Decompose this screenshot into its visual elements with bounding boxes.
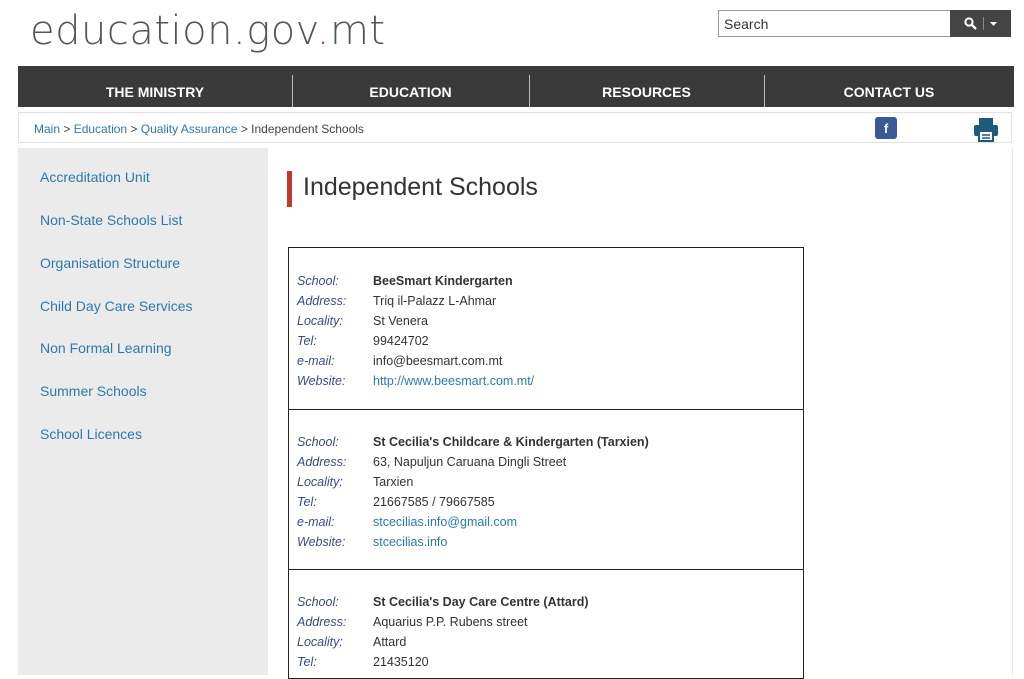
search-icon <box>964 17 977 30</box>
breadcrumb-current: Independent Schools <box>251 122 364 136</box>
school-address: Triq il-Palazz L-Ahmar <box>373 294 497 308</box>
school-address: 63, Napuljun Caruana Dingli Street <box>373 455 567 469</box>
school-label: School: <box>297 595 339 609</box>
school-website-link[interactable]: http://www.beesmart.com.mt/ <box>373 374 534 388</box>
search-button[interactable] <box>950 10 1011 37</box>
title-accent-bar <box>287 171 292 207</box>
breadcrumb-education[interactable]: Education <box>74 122 127 136</box>
school-name: St Cecilia's Day Care Centre (Attard) <box>373 595 589 609</box>
email-row: e-mail: stcecilias.info@gmail.com <box>297 515 517 529</box>
school-address: Aquarius P.P. Rubens street <box>373 615 528 629</box>
address-row: Address: Aquarius P.P. Rubens street <box>297 615 528 629</box>
website-row: Website: stcecilias.info <box>297 535 447 549</box>
breadcrumb-bar: Main > Education > Quality Assurance > I… <box>18 112 1012 143</box>
sidebar-item-accreditation-unit[interactable]: Accreditation Unit <box>40 169 150 185</box>
school-row: School: BeeSmart Kindergarten <box>297 274 513 288</box>
locality-label: Locality: <box>297 475 343 489</box>
school-row: School: St Cecilia's Day Care Centre (Att… <box>297 595 589 609</box>
school-locality: Tarxien <box>373 475 414 489</box>
site-logo[interactable]: education.gov.mt <box>30 8 386 54</box>
email-label: e-mail: <box>297 354 335 368</box>
locality-label: Locality: <box>297 314 343 328</box>
chevron-down-icon[interactable] <box>990 21 997 26</box>
sidebar-item-child-day-care-services[interactable]: Child Day Care Services <box>40 298 193 314</box>
search-box <box>718 10 1011 37</box>
sidebar-item-school-licences[interactable]: School Licences <box>40 426 142 442</box>
locality-row: Locality: Tarxien <box>297 475 413 489</box>
address-label: Address: <box>297 615 347 629</box>
email-row: e-mail: info@beesmart.com.mt <box>297 354 502 368</box>
school-email: info@beesmart.com.mt <box>373 354 503 368</box>
school-row: School: St Cecilia's Childcare & Kinderga… <box>297 435 649 449</box>
school-tel: 21435120 <box>373 655 429 669</box>
logo-dot: . <box>316 8 330 54</box>
tel-row: Tel: 21435120 <box>297 655 429 669</box>
school-tel: 99424702 <box>373 334 429 348</box>
sidebar-item-non-formal-learning[interactable]: Non Formal Learning <box>40 340 172 356</box>
tel-label: Tel: <box>297 334 317 348</box>
facebook-icon[interactable]: f <box>875 117 897 139</box>
main-nav: THE MINISTRY EDUCATION RESOURCES CONTACT… <box>18 66 1014 107</box>
school-locality: St Venera <box>373 314 428 328</box>
nav-resources[interactable]: RESOURCES <box>529 66 764 107</box>
sidebar-item-organisation-structure[interactable]: Organisation Structure <box>40 255 180 271</box>
school-label: School: <box>297 435 339 449</box>
school-card: School: BeeSmart Kindergarten Address: Tri… <box>288 247 804 411</box>
breadcrumb-sep: > <box>127 122 141 136</box>
sidebar-item-summer-schools[interactable]: Summer Schools <box>40 383 147 399</box>
tel-label: Tel: <box>297 655 317 669</box>
search-input[interactable] <box>718 10 957 37</box>
school-card: School: St Cecilia's Day Care Centre (Att… <box>288 569 804 679</box>
search-button-divider <box>983 17 984 30</box>
website-row: Website: http://www.beesmart.com.mt/ <box>297 374 534 388</box>
email-label: e-mail: <box>297 515 335 529</box>
sidebar: Accreditation Unit Non-State Schools Lis… <box>18 148 268 675</box>
tel-row: Tel: 99424702 <box>297 334 429 348</box>
website-label: Website: <box>297 535 346 549</box>
nav-contact-us[interactable]: CONTACT US <box>764 66 1014 107</box>
breadcrumb-main[interactable]: Main <box>34 122 60 136</box>
address-row: Address: Triq il-Palazz L-Ahmar <box>297 294 496 308</box>
tel-label: Tel: <box>297 495 317 509</box>
tel-row: Tel: 21667585 / 79667585 <box>297 495 495 509</box>
breadcrumb-sep: > <box>237 122 252 136</box>
sidebar-item-non-state-schools-list[interactable]: Non-State Schools List <box>40 212 182 228</box>
breadcrumb-sep: > <box>60 122 74 136</box>
school-locality: Attard <box>373 635 407 649</box>
address-label: Address: <box>297 455 347 469</box>
school-website-link[interactable]: stcecilias.info <box>373 535 447 549</box>
nav-the-ministry[interactable]: THE MINISTRY <box>18 66 292 107</box>
address-label: Address: <box>297 294 347 308</box>
logo-tail-text: mt <box>329 8 386 54</box>
school-email-link[interactable]: stcecilias.info@gmail.com <box>373 515 517 529</box>
address-row: Address: 63, Napuljun Caruana Dingli Stre… <box>297 455 566 469</box>
school-tel: 21667585 / 79667585 <box>373 495 495 509</box>
school-card: School: St Cecilia's Childcare & Kinderga… <box>288 409 804 571</box>
breadcrumb-quality-assurance[interactable]: Quality Assurance <box>141 122 238 136</box>
locality-row: Locality: St Venera <box>297 314 428 328</box>
nav-education[interactable]: EDUCATION <box>292 66 529 107</box>
logo-main-text: education.gov <box>30 8 317 54</box>
print-icon[interactable] <box>973 116 999 142</box>
school-label: School: <box>297 274 339 288</box>
locality-row: Locality: Attard <box>297 635 406 649</box>
website-label: Website: <box>297 374 346 388</box>
school-name: BeeSmart Kindergarten <box>373 274 513 288</box>
breadcrumb: Main > Education > Quality Assurance > I… <box>34 122 364 136</box>
page-title: Independent Schools <box>303 173 538 201</box>
school-name: St Cecilia's Childcare & Kindergarten (T… <box>373 435 649 449</box>
locality-label: Locality: <box>297 635 343 649</box>
